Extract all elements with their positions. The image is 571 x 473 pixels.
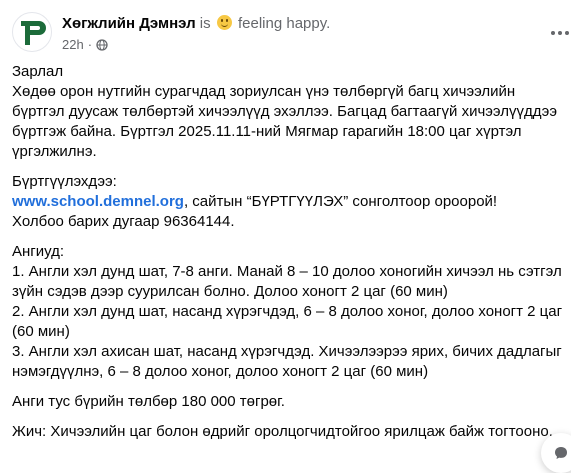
author-name[interactable]: Хөгжлийн Дэмнэл — [62, 15, 196, 32]
floating-action-button[interactable] — [541, 433, 571, 473]
more-options-icon[interactable] — [551, 28, 571, 38]
post-body: Зарлал Хөдөө орон нутгийн сурагчдад зори… — [12, 62, 567, 452]
is-text: is — [199, 15, 211, 32]
post-header: Хөгжлийн Дэмнэл is feeling happy. 22h · — [12, 12, 571, 56]
page-logo-icon — [21, 21, 46, 45]
fee-paragraph: Анги тус бүрийн төлбөр 180 000 төгрөг. — [12, 393, 285, 410]
message-icon — [555, 447, 567, 459]
school-website-link[interactable]: www.school.demnel.org — [12, 193, 184, 210]
registration-paragraph: Бүртгүүлэхдээ: www.school.demnel.org, са… — [12, 172, 567, 232]
note-paragraph: Жич: Хичээлийн цаг болон өдрийг оролцогч… — [12, 423, 553, 440]
post-meta: 22h · — [62, 37, 108, 52]
announcement-paragraph: Зарлал Хөдөө орон нутгийн сурагчдад зори… — [12, 63, 557, 160]
registration-intro: Бүртгүүлэхдээ: — [12, 173, 117, 190]
meta-separator: · — [87, 37, 93, 52]
globe-icon[interactable] — [96, 38, 108, 51]
post-timestamp[interactable]: 22h — [62, 37, 84, 52]
classes-paragraph: Ангиуд: 1. Англи хэл дунд шат, 7-8 анги.… — [12, 243, 563, 380]
post-title-line: Хөгжлийн Дэмнэл is feeling happy. — [62, 15, 330, 32]
feeling-text: feeling happy. — [237, 15, 331, 32]
avatar[interactable] — [12, 12, 52, 52]
smiling-face-icon — [216, 15, 232, 30]
